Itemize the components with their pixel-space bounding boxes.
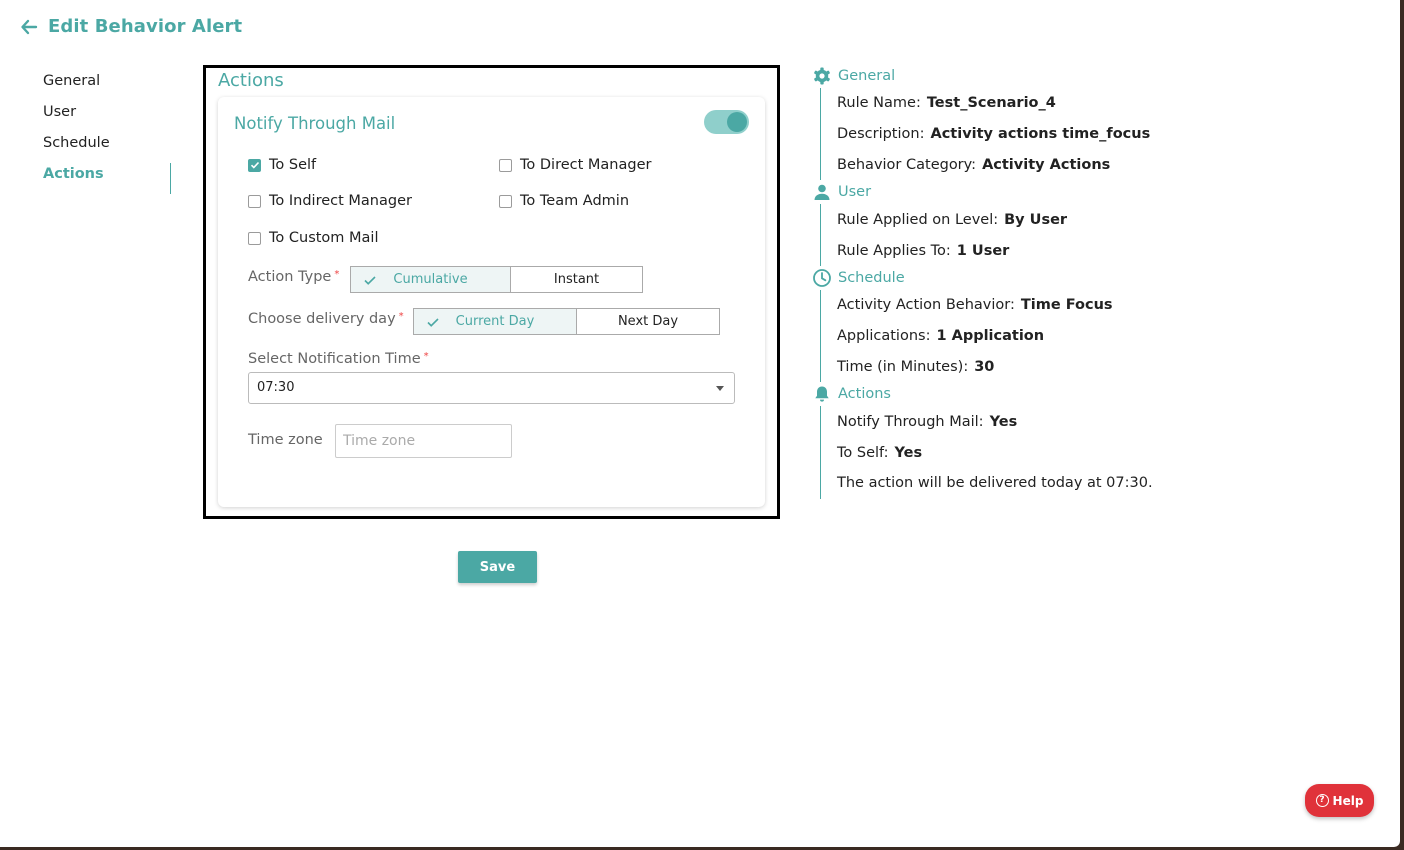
delivery-day-toggle-group: Current Day Next Day bbox=[413, 308, 720, 335]
delivery-next-day-button[interactable]: Next Day bbox=[577, 308, 720, 335]
nav-item-user[interactable]: User bbox=[43, 101, 171, 132]
summary-delivery-note: The action will be delivered today at 07… bbox=[837, 475, 1153, 492]
check-icon bbox=[364, 276, 376, 285]
checkbox-to-self[interactable]: To Self bbox=[248, 157, 316, 173]
actions-heading: Actions bbox=[218, 70, 284, 91]
checkbox-label: To Indirect Manager bbox=[269, 193, 412, 209]
checkbox-to-team-admin[interactable]: To Team Admin bbox=[499, 193, 629, 209]
summary-time-minutes: Time (in Minutes): 30 bbox=[837, 358, 995, 375]
summary-rule-level: Rule Applied on Level: By User bbox=[837, 211, 1068, 228]
timezone-input[interactable] bbox=[335, 424, 512, 458]
help-button[interactable]: ? Help bbox=[1305, 784, 1374, 817]
bell-icon bbox=[815, 386, 829, 402]
checkbox-unchecked-icon[interactable] bbox=[248, 231, 261, 245]
toggle-knob bbox=[727, 112, 747, 132]
checkbox-label: To Self bbox=[269, 157, 317, 173]
side-nav: General User Schedule Actions bbox=[43, 70, 171, 194]
notify-mail-title: Notify Through Mail bbox=[234, 114, 396, 133]
delivery-day-label: Choose delivery day * bbox=[248, 311, 404, 327]
page-header: Edit Behavior Alert bbox=[20, 16, 242, 37]
summary-activity-behavior: Activity Action Behavior: Time Focus bbox=[837, 297, 1113, 314]
checkbox-to-custom-mail[interactable]: To Custom Mail bbox=[248, 230, 379, 246]
checkbox-label: To Direct Manager bbox=[520, 157, 652, 173]
question-circle-icon: ? bbox=[1315, 794, 1329, 807]
summary-user-header: User bbox=[812, 180, 1372, 204]
summary-actions-body: Notify Through Mail: Yes To Self: Yes The … bbox=[820, 406, 1372, 499]
summary-to-self: To Self: Yes bbox=[837, 444, 923, 461]
notification-time-label: Select Notification Time * bbox=[248, 351, 429, 367]
summary-applications: Applications: 1 Application bbox=[837, 328, 1045, 345]
notify-mail-toggle[interactable] bbox=[704, 110, 749, 134]
save-button[interactable]: Save bbox=[458, 551, 537, 583]
checkbox-to-direct-manager[interactable]: To Direct Manager bbox=[499, 157, 651, 173]
person-icon bbox=[814, 185, 830, 201]
nav-item-actions[interactable]: Actions bbox=[43, 163, 171, 194]
checkbox-checked-icon[interactable] bbox=[248, 158, 261, 172]
gear-icon bbox=[814, 67, 830, 85]
summary-general-body: Rule Name: Test_Scenario_4 Description: Ac… bbox=[820, 88, 1372, 181]
summary-schedule-body: Activity Action Behavior: Time Focus Appl… bbox=[820, 289, 1372, 383]
checkbox-label: To Team Admin bbox=[520, 193, 630, 209]
notify-mail-card: Notify Through Mail To Self To Direct Ma… bbox=[218, 97, 765, 507]
summary-description: Description: Activity actions time_focus bbox=[837, 126, 1151, 143]
summary-actions-header: Actions bbox=[812, 382, 1372, 406]
summary-general-header: General bbox=[812, 64, 1372, 88]
page-title: Edit Behavior Alert bbox=[48, 16, 243, 37]
caret-down-icon bbox=[716, 386, 724, 391]
checkbox-unchecked-icon[interactable] bbox=[499, 194, 512, 208]
summary-rule-applies-to: Rule Applies To: 1 User bbox=[837, 242, 1010, 259]
app-window: Edit Behavior Alert General User Schedul… bbox=[0, 0, 1400, 847]
checkbox-unchecked-icon[interactable] bbox=[248, 194, 261, 208]
summary-user-body: Rule Applied on Level: By User Rule Appli… bbox=[820, 204, 1372, 266]
nav-item-general[interactable]: General bbox=[43, 70, 171, 101]
checkbox-to-indirect-manager[interactable]: To Indirect Manager bbox=[248, 193, 412, 209]
summary-rule-name: Rule Name: Test_Scenario_4 bbox=[837, 95, 1056, 112]
summary-panel: General Rule Name: Test_Scenario_4 Descri… bbox=[812, 64, 1372, 499]
action-type-label: Action Type * bbox=[248, 269, 340, 285]
notification-time-select[interactable]: 07:30 bbox=[248, 372, 735, 404]
arrow-left-icon[interactable] bbox=[20, 18, 38, 36]
action-type-cumulative-button[interactable]: Cumulative bbox=[350, 266, 511, 293]
checkbox-unchecked-icon[interactable] bbox=[499, 158, 512, 172]
summary-notify-mail: Notify Through Mail: Yes bbox=[837, 413, 1018, 430]
actions-section: Actions Notify Through Mail To Self To D… bbox=[203, 65, 780, 519]
checkbox-label: To Custom Mail bbox=[269, 230, 379, 246]
timezone-label: Time zone bbox=[248, 432, 323, 448]
summary-behavior-category: Behavior Category: Activity Actions bbox=[837, 156, 1111, 173]
nav-item-schedule[interactable]: Schedule bbox=[43, 132, 171, 163]
check-icon bbox=[427, 318, 439, 327]
action-type-instant-button[interactable]: Instant bbox=[511, 266, 643, 293]
summary-schedule-header: Schedule bbox=[812, 266, 1372, 290]
clock-icon bbox=[813, 269, 831, 287]
delivery-current-day-button[interactable]: Current Day bbox=[413, 308, 577, 335]
action-type-toggle-group: Cumulative Instant bbox=[350, 266, 643, 293]
